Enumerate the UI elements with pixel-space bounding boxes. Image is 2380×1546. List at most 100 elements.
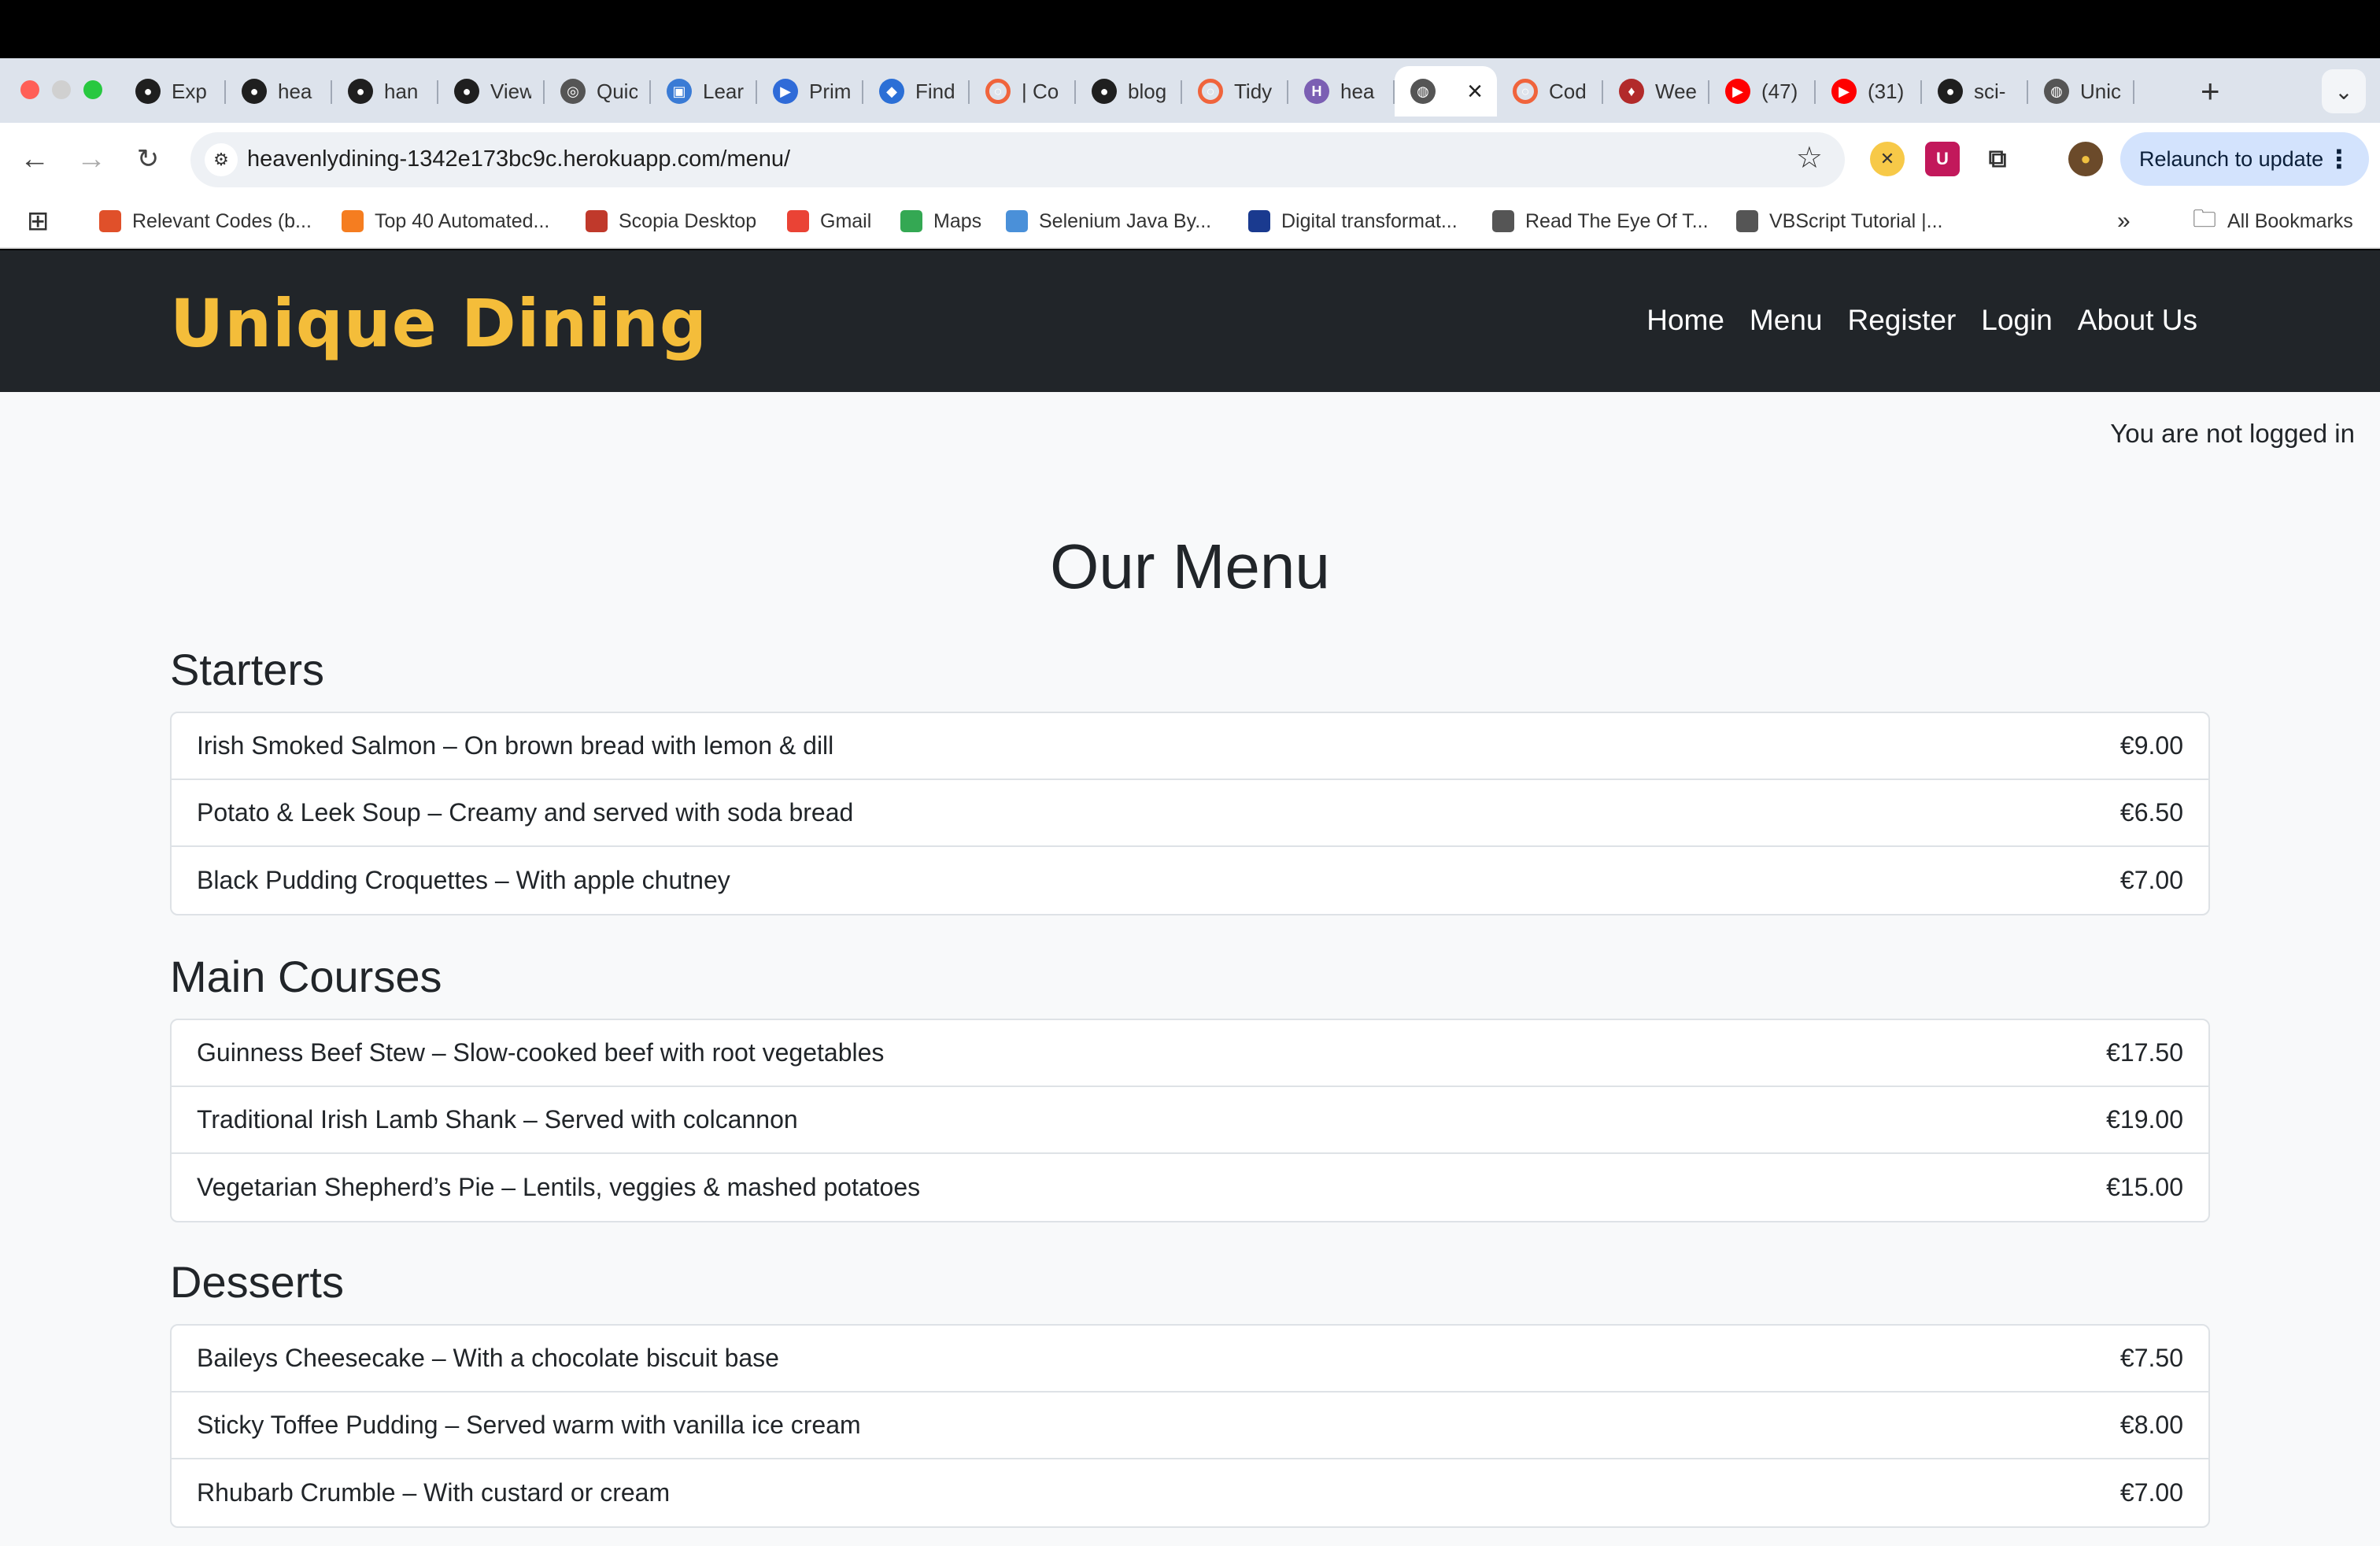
- profile-avatar[interactable]: ●: [2068, 142, 2103, 176]
- learn-icon: ▣: [667, 79, 692, 104]
- bookmark-item[interactable]: Selenium Java By...: [1006, 206, 1211, 236]
- nav-link-home[interactable]: Home: [1646, 304, 1724, 337]
- quick-icon: ◎: [560, 79, 586, 104]
- menu-item-price: €9.00: [2119, 731, 2183, 760]
- menu-item-name: Guinness Beef Stew – Slow-cooked beef wi…: [197, 1038, 885, 1067]
- bookmark-item[interactable]: Scopia Desktop: [586, 206, 756, 236]
- menu-item-price: €8.00: [2119, 1411, 2183, 1439]
- bookmark-item[interactable]: Relevant Codes (b...: [99, 206, 312, 236]
- menu-item-price: €19.00: [2106, 1105, 2183, 1134]
- bookmark-item[interactable]: Maps: [900, 206, 981, 236]
- site-brand[interactable]: Unique Dining: [170, 285, 708, 362]
- nav-link-menu[interactable]: Menu: [1750, 304, 1823, 337]
- extension-icon[interactable]: ✕: [1870, 142, 1905, 176]
- browser-tab[interactable]: ▣ Lear: [651, 66, 757, 117]
- menu-item-price: €17.50: [2106, 1038, 2183, 1067]
- all-bookmarks-button[interactable]: 🗀 All Bookmarks: [2193, 206, 2353, 236]
- menu-item-name: Traditional Irish Lamb Shank – Served wi…: [197, 1105, 798, 1134]
- site-settings-icon[interactable]: ⚙: [205, 143, 238, 176]
- maximize-window-button[interactable]: [83, 80, 102, 99]
- apps-grid-icon[interactable]: ⊞: [27, 206, 50, 236]
- browser-tab[interactable]: ♦ Wee: [1603, 66, 1709, 117]
- menu-item-name: Irish Smoked Salmon – On brown bread wit…: [197, 731, 834, 760]
- menu-item-name: Rhubarb Crumble – With custard or cream: [197, 1478, 671, 1507]
- close-tab-icon[interactable]: ×: [1467, 76, 1483, 107]
- url-text[interactable]: heavenlydining-1342e173bc9c.herokuapp.co…: [247, 146, 790, 172]
- menu-item: Guinness Beef Stew – Slow-cooked beef wi…: [172, 1020, 2208, 1087]
- bookmark-favicon-icon: [1492, 210, 1514, 232]
- browser-tab[interactable]: ● hea: [226, 66, 332, 117]
- menu-item-price: €15.00: [2106, 1173, 2183, 1201]
- browser-tab[interactable]: ○ Cod: [1497, 66, 1603, 117]
- browser-tab[interactable]: ● han: [332, 66, 438, 117]
- youtube-icon: ▶: [1831, 79, 1857, 104]
- github-icon: ●: [135, 79, 161, 104]
- github-icon: ●: [454, 79, 479, 104]
- bookmark-item[interactable]: VBScript Tutorial |...: [1736, 206, 1942, 236]
- reload-icon[interactable]: ↻: [128, 139, 168, 179]
- find-icon: ◆: [879, 79, 904, 104]
- bookmark-favicon-icon: [1006, 210, 1028, 232]
- menu-item-name: Baileys Cheesecake – With a chocolate bi…: [197, 1344, 779, 1372]
- more-menu-icon[interactable]: ⋮: [2326, 144, 2352, 174]
- login-status: You are not logged in: [2110, 419, 2355, 448]
- menu-item: Rhubarb Crumble – With custard or cream €…: [172, 1459, 2208, 1526]
- bookmark-label: VBScript Tutorial |...: [1769, 209, 1943, 232]
- bookmark-label: Digital transformat...: [1281, 209, 1458, 232]
- address-bar[interactable]: ⚙ heavenlydining-1342e173bc9c.herokuapp.…: [190, 132, 1845, 187]
- tab-strip: ● Exp ● hea ● han ● View ◎ Quic ▣ Lear ▶ Prim ◆ Find ○ | …: [0, 58, 2380, 123]
- minimize-window-button[interactable]: [52, 80, 71, 99]
- menu-list: Irish Smoked Salmon – On brown bread wit…: [170, 712, 2210, 915]
- browser-tab[interactable]: ◆ Find: [863, 66, 970, 117]
- browser-tab[interactable]: ● sci-: [1922, 66, 2028, 117]
- section-title-starters: Starters: [170, 645, 325, 694]
- nav-link-login[interactable]: Login: [1981, 304, 2053, 337]
- bookmark-item[interactable]: Top 40 Automated...: [342, 206, 549, 236]
- nav-link-about-us[interactable]: About Us: [2078, 304, 2197, 337]
- heroku-icon: H: [1304, 79, 1329, 104]
- browser-tab[interactable]: Hhea: [1288, 66, 1395, 117]
- extensions-puzzle-icon[interactable]: ⧉: [1980, 142, 2015, 176]
- menu-item: Sticky Toffee Pudding – Served warm with…: [172, 1393, 2208, 1459]
- browser-tab[interactable]: ○ | Co: [970, 66, 1076, 117]
- browser-tab[interactable]: ○ Tidy: [1182, 66, 1288, 117]
- new-tab-button[interactable]: +: [2201, 75, 2220, 108]
- browser-tab[interactable]: ● blog: [1076, 66, 1182, 117]
- bookmark-item[interactable]: Digital transformat...: [1248, 206, 1458, 236]
- bookmark-favicon-icon: [99, 210, 121, 232]
- tab-search-button[interactable]: ⌄: [2322, 69, 2366, 113]
- bookmark-favicon-icon: [1736, 210, 1758, 232]
- browser-tab[interactable]: ▶ Prim: [757, 66, 863, 117]
- browser-tab[interactable]: ● Exp: [120, 66, 226, 117]
- github-icon: ●: [242, 79, 267, 104]
- relaunch-button[interactable]: Relaunch to update ⋮: [2120, 132, 2369, 186]
- menu-item: Vegetarian Shepherd’s Pie – Lentils, veg…: [172, 1154, 2208, 1221]
- browser-tab[interactable]: ● View: [438, 66, 545, 117]
- browser-tab[interactable]: ◍ ×: [1395, 66, 1497, 117]
- tab-label: Unic: [2080, 79, 2121, 103]
- tab-label: han: [384, 79, 419, 103]
- bookmark-item[interactable]: Read The Eye Of T...: [1492, 206, 1709, 236]
- site-navbar: Unique Dining Home Menu Register Login About…: [0, 250, 2380, 392]
- ublock-icon[interactable]: U: [1925, 142, 1960, 176]
- site-nav-links: Home Menu Register Login About Us: [1646, 304, 2197, 337]
- tab-label: Prim: [809, 79, 850, 103]
- bookmark-favicon-icon: [586, 210, 608, 232]
- browser-tab[interactable]: ◎ Quic: [545, 66, 651, 117]
- browser-tab[interactable]: ▶ (47): [1709, 66, 1816, 117]
- bookmark-star-icon[interactable]: ☆: [1796, 140, 1823, 176]
- back-arrow-icon[interactable]: ←: [14, 139, 55, 179]
- relaunch-label: Relaunch to update: [2139, 146, 2324, 171]
- section-title-desserts: Desserts: [170, 1257, 344, 1307]
- more-bookmarks-icon[interactable]: »: [2117, 206, 2131, 236]
- browser-tab[interactable]: ◍ Unic: [2028, 66, 2134, 117]
- menu-list: Guinness Beef Stew – Slow-cooked beef wi…: [170, 1019, 2210, 1222]
- forward-arrow-icon[interactable]: →: [71, 139, 112, 179]
- bookmark-favicon-icon: [900, 210, 922, 232]
- browser-tab[interactable]: ▶ (31): [1816, 66, 1922, 117]
- tab-label: hea: [278, 79, 312, 103]
- tab-label: (47): [1761, 79, 1798, 103]
- bookmark-item[interactable]: Gmail: [787, 206, 871, 236]
- nav-link-register[interactable]: Register: [1847, 304, 1956, 337]
- close-window-button[interactable]: [20, 80, 39, 99]
